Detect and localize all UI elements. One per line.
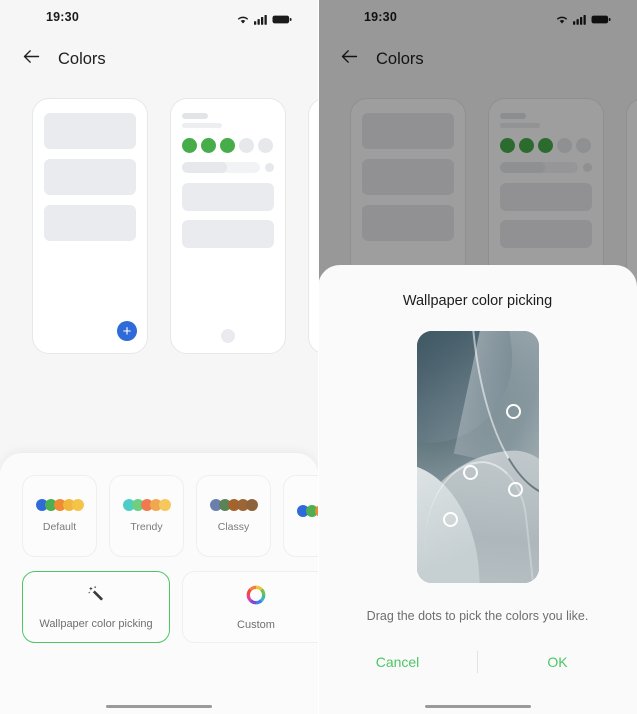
dialog-action-row: Cancel OK (318, 651, 637, 673)
arrow-left-icon (21, 46, 42, 72)
wallpaper-color-picking-dialog: Wallpaper color picking Drag the dots to… (318, 265, 637, 714)
picker-dot-2[interactable] (462, 464, 478, 480)
panel-divider (318, 0, 319, 714)
action-label: Custom (237, 618, 275, 631)
preview-card-partial[interactable] (308, 98, 318, 354)
theme-swatches (35, 499, 84, 511)
color-action-row[interactable]: Wallpaper color picking Custom (0, 571, 318, 643)
color-wheel-icon (245, 584, 267, 611)
nav-bar-right (318, 704, 637, 708)
preview-placeholder-bar (182, 183, 274, 211)
preview-dot-row (182, 138, 274, 153)
action-label: Wallpaper color picking (39, 618, 153, 630)
preview-card-colored[interactable] (170, 98, 286, 354)
preview-dot-gray (239, 138, 254, 153)
theme-label: Default (42, 521, 77, 533)
theme-swatches (209, 499, 258, 511)
preview-fab-plus: + (117, 321, 137, 341)
dual-screenshot-root: 19:30 Colors + Default Trendy Classy Wal… (0, 0, 637, 714)
back-button[interactable] (18, 46, 44, 72)
theme-card-default[interactable]: Default (22, 475, 97, 557)
phone-screen-left: 19:30 Colors + Default Trendy Classy Wal… (0, 0, 318, 714)
phone-screen-right: 19:30 Colors Wallpaper color picking Dra… (318, 0, 637, 714)
status-bar-left: 19:30 (0, 0, 318, 34)
home-indicator[interactable] (424, 704, 531, 708)
battery-icon (272, 12, 292, 23)
preview-dot-green (220, 138, 235, 153)
status-time: 19:30 (46, 10, 79, 24)
page-title: Colors (58, 49, 106, 68)
preview-placeholder-bar (44, 113, 136, 149)
nav-bar-left (0, 704, 318, 708)
app-bar-left: Colors (0, 34, 318, 84)
preview-pill-row (182, 162, 274, 173)
preview-progress-pill (182, 162, 260, 173)
theme-label: Trendy (130, 521, 163, 533)
color-options-sheet: Default Trendy Classy Wallpaper color pi… (0, 453, 318, 714)
cancel-button[interactable]: Cancel (318, 654, 477, 670)
preview-dot-green (201, 138, 216, 153)
theme-card-trendy[interactable]: Trendy (109, 475, 184, 557)
preview-subtitle-placeholder (182, 123, 222, 128)
wallpaper-color-picking-button[interactable]: Wallpaper color picking (22, 571, 170, 643)
wifi-icon (236, 12, 250, 24)
preview-title-placeholder (182, 113, 208, 119)
dialog-title: Wallpaper color picking (402, 293, 553, 309)
preview-dot-green (182, 138, 197, 153)
theme-label: Classy (217, 521, 250, 533)
theme-card-classy[interactable]: Classy (196, 475, 271, 557)
magic-wand-icon (86, 584, 107, 610)
ok-button[interactable]: OK (478, 654, 637, 670)
preview-placeholder-bar (44, 159, 136, 195)
picker-dot-1[interactable] (505, 404, 521, 420)
plus-icon: + (122, 322, 132, 340)
theme-swatches (122, 499, 171, 511)
status-icons (236, 12, 292, 25)
preview-pill-dot (265, 163, 274, 172)
custom-color-button[interactable]: Custom (182, 571, 318, 643)
preview-card-plain[interactable]: + (32, 98, 148, 354)
theme-preset-row[interactable]: Default Trendy Classy (0, 475, 318, 557)
dialog-hint-text: Drag the dots to pick the colors you lik… (366, 609, 589, 623)
theme-swatches (296, 505, 318, 517)
theme-card-next[interactable] (283, 475, 318, 557)
preview-placeholder-bar (182, 220, 274, 248)
preview-home-dot (221, 329, 235, 343)
preview-dot-gray (258, 138, 273, 153)
preview-placeholder-bar (44, 205, 136, 241)
home-indicator[interactable] (106, 704, 212, 708)
cellular-signal-icon (254, 12, 268, 25)
wallpaper-preview[interactable] (416, 331, 539, 583)
theme-preview-carousel[interactable]: + (0, 84, 318, 414)
